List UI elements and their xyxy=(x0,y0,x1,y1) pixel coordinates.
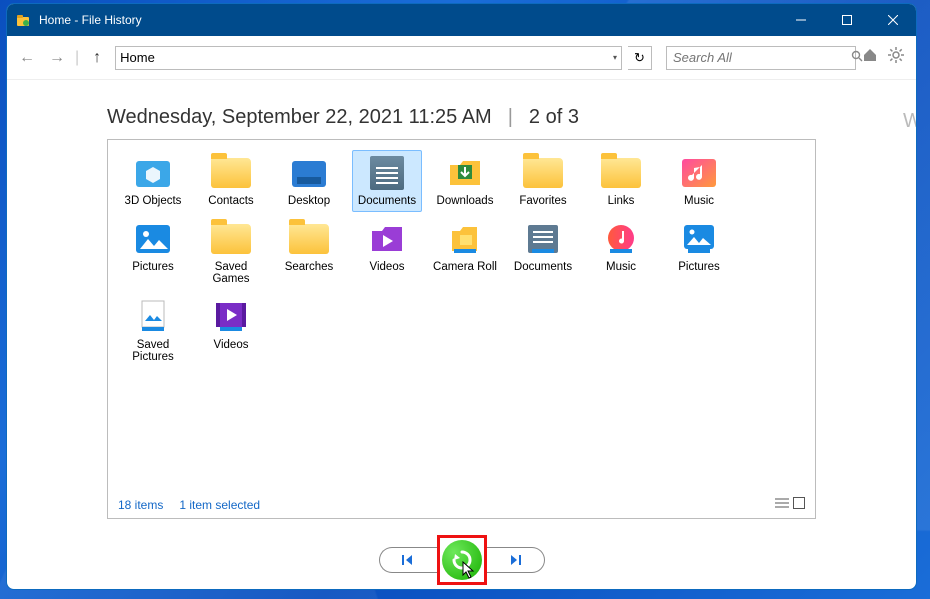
folder-item[interactable]: Videos xyxy=(196,294,266,368)
status-bar: 18 items 1 item selected xyxy=(118,497,805,512)
folder-label: 3D Objects xyxy=(125,195,182,207)
folder-icon xyxy=(288,221,330,257)
search-input[interactable] xyxy=(673,50,851,65)
folder-label: Links xyxy=(608,195,635,207)
folder-icon xyxy=(132,299,174,335)
folder-item[interactable]: Pictures xyxy=(118,216,188,290)
content-area: Wednesday, September 22, 2021 11:25 AM |… xyxy=(7,80,916,531)
minimize-button[interactable] xyxy=(778,4,824,36)
refresh-button[interactable]: ↻ xyxy=(628,46,652,70)
folder-label: Camera Roll xyxy=(433,261,497,273)
selection-count: 1 item selected xyxy=(179,498,260,512)
folder-item[interactable]: Links xyxy=(586,150,656,212)
folder-icon xyxy=(210,155,252,191)
folder-item[interactable]: Pictures xyxy=(664,216,734,290)
previous-version-button[interactable] xyxy=(379,547,437,573)
folder-item[interactable]: Camera Roll xyxy=(430,216,500,290)
app-icon xyxy=(15,12,31,28)
folder-icon xyxy=(678,221,720,257)
folder-label: Videos xyxy=(214,339,249,351)
back-button[interactable]: ← xyxy=(15,49,39,67)
window-title: Home - File History xyxy=(39,13,142,27)
close-button[interactable] xyxy=(870,4,916,36)
folder-item[interactable]: Downloads xyxy=(430,150,500,212)
folder-item[interactable]: Desktop xyxy=(274,150,344,212)
folder-label: Favorites xyxy=(519,195,566,207)
item-count: 18 items xyxy=(118,498,163,512)
folder-label: Videos xyxy=(370,261,405,273)
restore-button[interactable] xyxy=(442,540,482,580)
up-button[interactable]: ↑ xyxy=(85,49,109,67)
folder-label: Documents xyxy=(514,261,572,273)
snapshot-header: Wednesday, September 22, 2021 11:25 AM |… xyxy=(19,80,904,139)
folder-label: Pictures xyxy=(132,261,174,273)
folder-icon xyxy=(132,221,174,257)
folder-label: Saved Pictures xyxy=(121,339,185,363)
folder-icon xyxy=(522,221,564,257)
navigation-controls xyxy=(7,531,916,589)
folder-item[interactable]: Favorites xyxy=(508,150,578,212)
folder-icon xyxy=(678,155,720,191)
folder-icon xyxy=(288,155,330,191)
snapshot-date: Wednesday, September 22, 2021 11:25 AM xyxy=(107,106,492,129)
folder-label: Documents xyxy=(358,195,416,207)
folder-label: Desktop xyxy=(288,195,330,207)
folder-item[interactable]: Contacts xyxy=(196,150,266,212)
header-divider: | xyxy=(508,106,513,129)
view-thumbnail-icon[interactable] xyxy=(793,497,805,512)
folder-item[interactable]: 3D Objects xyxy=(118,150,188,212)
gear-icon[interactable] xyxy=(888,47,908,68)
folder-item[interactable]: Music xyxy=(586,216,656,290)
folder-label: Saved Games xyxy=(199,261,263,285)
next-version-button[interactable] xyxy=(487,547,545,573)
address-text: Home xyxy=(120,50,155,65)
address-bar[interactable]: Home ▾ xyxy=(115,46,622,70)
folder-icon xyxy=(600,221,642,257)
next-snapshot-peek: Wedne xyxy=(903,110,916,133)
forward-button[interactable]: → xyxy=(45,49,69,67)
folder-item[interactable]: Searches xyxy=(274,216,344,290)
folder-icon xyxy=(366,221,408,257)
folder-item[interactable]: Saved Pictures xyxy=(118,294,188,368)
folder-icon xyxy=(444,155,486,191)
folder-icon xyxy=(522,155,564,191)
folder-item[interactable]: Music xyxy=(664,150,734,212)
folder-icon xyxy=(366,155,408,191)
folder-label: Music xyxy=(684,195,714,207)
folder-icon xyxy=(210,299,252,335)
folder-label: Downloads xyxy=(437,195,494,207)
toolbar: ← → | ↑ Home ▾ ↻ xyxy=(7,36,916,80)
home-icon[interactable] xyxy=(862,47,882,68)
folder-label: Pictures xyxy=(678,261,720,273)
folder-pane: 3D Objects Contacts Desktop Documents Downlo… xyxy=(107,139,816,519)
folder-item[interactable]: Videos xyxy=(352,216,422,290)
folder-item[interactable]: Saved Games xyxy=(196,216,266,290)
folder-label: Searches xyxy=(285,261,334,273)
folder-item[interactable]: Documents xyxy=(508,216,578,290)
folder-icon xyxy=(444,221,486,257)
cursor-icon xyxy=(462,561,476,579)
folder-label: Music xyxy=(606,261,636,273)
snapshot-position: 2 of 3 xyxy=(529,106,579,129)
address-dropdown-icon[interactable]: ▾ xyxy=(613,53,617,62)
folder-icon xyxy=(132,155,174,191)
restore-button-highlight xyxy=(437,535,487,585)
folder-icon xyxy=(210,221,252,257)
folder-icon xyxy=(600,155,642,191)
titlebar[interactable]: Home - File History xyxy=(7,4,916,36)
folder-label: Contacts xyxy=(208,195,253,207)
folder-item[interactable]: Documents xyxy=(352,150,422,212)
file-history-window: Home - File History ← → | ↑ Home ▾ ↻ xyxy=(6,3,917,590)
view-list-icon[interactable] xyxy=(775,497,789,512)
maximize-button[interactable] xyxy=(824,4,870,36)
search-box[interactable] xyxy=(666,46,856,70)
toolbar-separator: | xyxy=(75,49,79,67)
